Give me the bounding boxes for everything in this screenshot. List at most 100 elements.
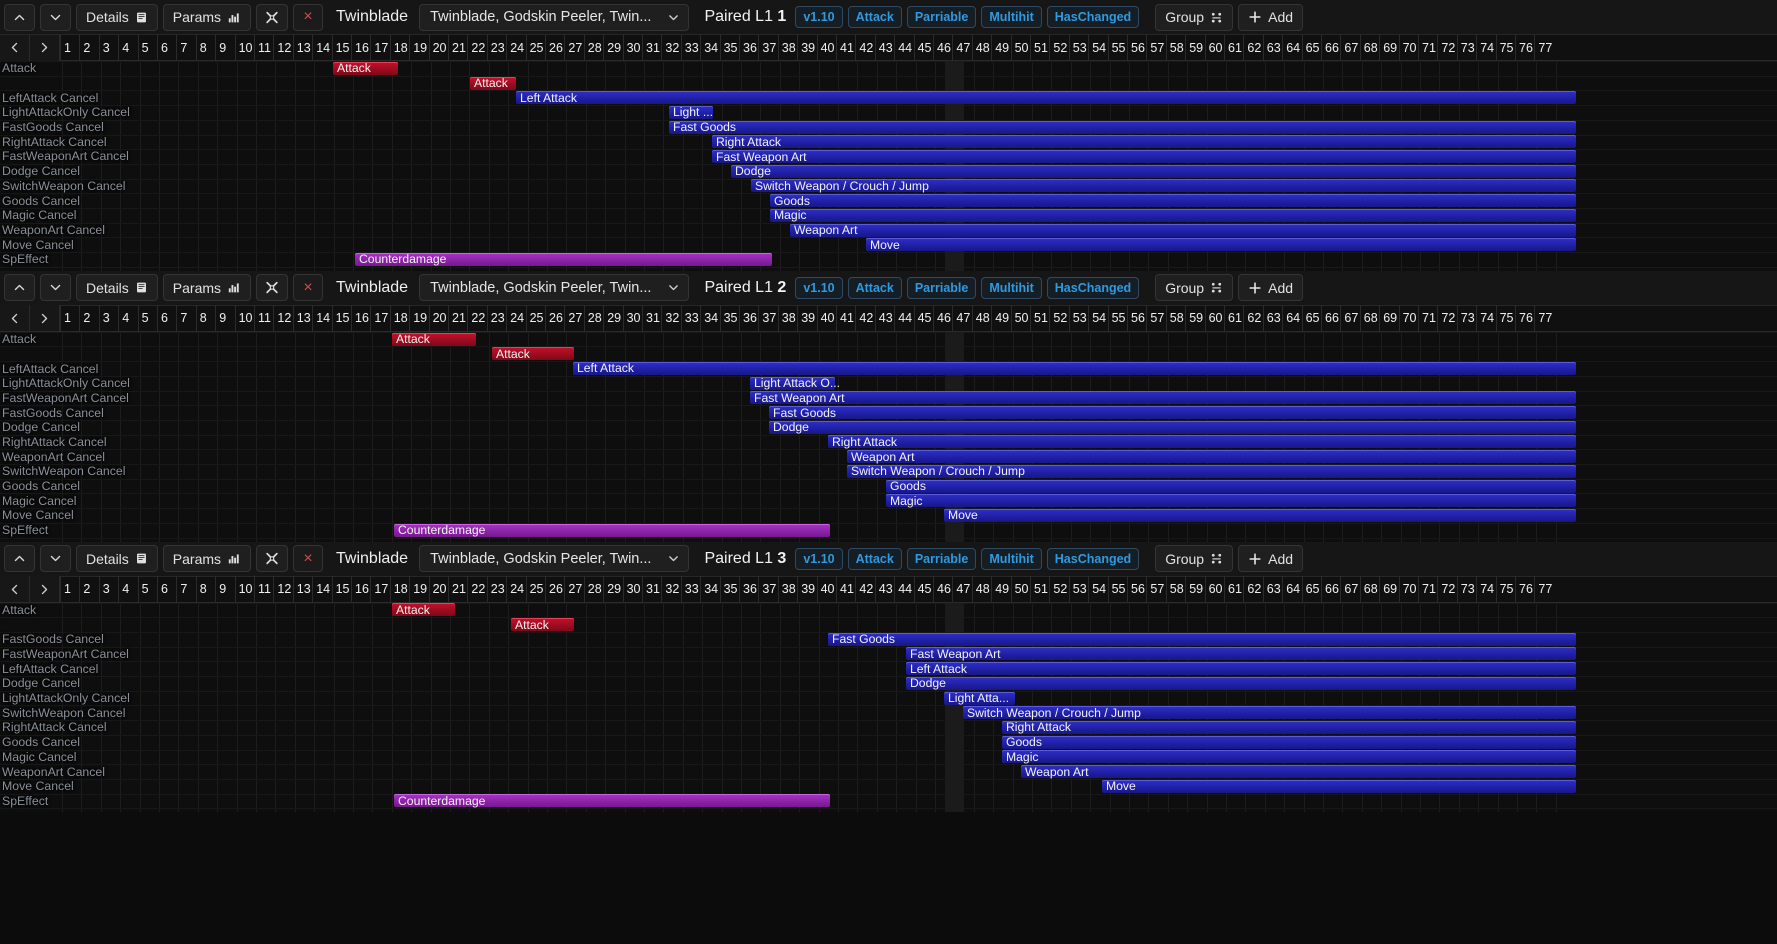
tag-3[interactable]: HasChanged	[1046, 276, 1140, 299]
timeline-bar[interactable]: Fast Goods	[828, 632, 1576, 646]
ruler-tick: 46	[933, 305, 951, 332]
timeline-bar[interactable]: Move	[944, 508, 1576, 522]
timeline-bar[interactable]: Move	[866, 238, 1576, 252]
ruler-tick: 1	[60, 34, 71, 61]
timeline-bar[interactable]: Attack	[492, 347, 574, 361]
weapon-select[interactable]: Twinblade, Godskin Peeler, Twin...	[419, 274, 690, 302]
timeline-bar[interactable]: Switch Weapon / Crouch / Jump	[847, 464, 1576, 478]
tag-1[interactable]: Parriable	[906, 547, 977, 570]
timeline-bar[interactable]: Weapon Art	[1021, 765, 1576, 779]
tag-3[interactable]: HasChanged	[1046, 547, 1140, 570]
tag-1[interactable]: Parriable	[906, 6, 977, 28]
timeline-bar[interactable]: Counterdamage	[355, 252, 772, 266]
timeline-bar[interactable]: Move	[1102, 779, 1576, 793]
version-tag[interactable]: v1.10	[795, 547, 843, 570]
timeline-bar[interactable]: Attack	[333, 61, 398, 75]
timeline-bar[interactable]: Fast Goods	[669, 120, 1576, 134]
details-button[interactable]: Details	[76, 545, 158, 573]
timeline-bar[interactable]: Light Atta...	[944, 691, 1015, 705]
ruler-next-button[interactable]	[30, 34, 60, 61]
group-button[interactable]: Group	[1155, 274, 1234, 302]
timeline-bar[interactable]: Light Attack O...	[750, 376, 840, 390]
timeline-bar[interactable]: Fast Weapon Art	[906, 647, 1576, 661]
tag-0[interactable]: Attack	[847, 547, 902, 570]
tag-3[interactable]: HasChanged	[1046, 6, 1140, 28]
timeline-bar[interactable]: Weapon Art	[847, 450, 1576, 464]
add-button[interactable]: Add	[1238, 274, 1304, 302]
ruler-tick: 64	[1282, 576, 1300, 603]
timeline-bar[interactable]: Counterdamage	[394, 794, 830, 808]
tag-1[interactable]: Parriable	[906, 276, 977, 299]
timeline-bar[interactable]: Magic	[1002, 750, 1576, 764]
ruler-tick: 61	[1224, 305, 1242, 332]
timeline-bar[interactable]: Switch Weapon / Crouch / Jump	[963, 706, 1576, 720]
timeline-bar[interactable]: Attack	[392, 332, 476, 346]
collapse-button[interactable]	[256, 3, 289, 31]
details-button[interactable]: Details	[76, 274, 158, 302]
timeline-bar[interactable]: Fast Weapon Art	[712, 150, 1576, 164]
weapon-select[interactable]: Twinblade, Godskin Peeler, Twin...	[419, 3, 690, 31]
timeline-bar[interactable]: Dodge	[769, 420, 1576, 434]
add-button[interactable]: Add	[1238, 3, 1304, 31]
move-down-button[interactable]	[40, 274, 71, 302]
timeline-bar[interactable]: Fast Weapon Art	[750, 391, 1576, 405]
move-down-button[interactable]	[40, 545, 71, 573]
ruler-tick: 72	[1437, 305, 1455, 332]
ruler-next-button[interactable]	[30, 576, 60, 603]
ruler-tick: 75	[1495, 34, 1514, 61]
timeline-bar[interactable]: Weapon Art	[790, 223, 1576, 237]
timeline-bar[interactable]: Left Attack	[906, 662, 1576, 676]
tag-0[interactable]: Attack	[847, 276, 902, 299]
timeline-bar[interactable]: Switch Weapon / Crouch / Jump	[751, 178, 1576, 193]
timeline-bar[interactable]: Attack	[392, 603, 455, 617]
ruler-next-button[interactable]	[30, 305, 60, 332]
timeline-bar[interactable]: Light ...	[669, 105, 713, 119]
ruler-prev-button[interactable]	[0, 576, 30, 603]
ruler-tick: 8	[195, 305, 207, 332]
group-button[interactable]: Group	[1155, 3, 1234, 31]
add-button[interactable]: Add	[1238, 545, 1304, 573]
tag-0[interactable]: Attack	[847, 6, 902, 28]
ruler-prev-button[interactable]	[0, 305, 30, 332]
tag-2[interactable]: Multihit	[981, 547, 1042, 570]
close-button[interactable]: ×	[293, 274, 324, 302]
timeline-bar[interactable]: Left Attack	[516, 91, 1576, 105]
timeline-bar[interactable]: Dodge	[731, 164, 1576, 178]
timeline-bar[interactable]: Magic	[886, 494, 1576, 508]
close-button[interactable]: ×	[293, 545, 324, 573]
weapon-select[interactable]: Twinblade, Godskin Peeler, Twin...	[419, 545, 690, 573]
params-button[interactable]: Params	[162, 3, 252, 31]
tag-2[interactable]: Multihit	[981, 6, 1042, 28]
group-button[interactable]: Group	[1155, 545, 1234, 573]
timeline-bar[interactable]: Left Attack	[573, 361, 1576, 375]
timeline-bar-label: Switch Weapon / Crouch / Jump	[755, 178, 929, 193]
timeline-bar[interactable]: Attack	[470, 76, 516, 90]
timeline-bar[interactable]: Goods	[886, 479, 1576, 493]
ruler-tick: 16	[351, 576, 369, 603]
move-up-button[interactable]	[4, 274, 35, 302]
params-button[interactable]: Params	[162, 545, 252, 573]
move-down-button[interactable]	[40, 3, 71, 31]
timeline-bar[interactable]: Right Attack	[712, 135, 1576, 149]
params-button[interactable]: Params	[162, 274, 252, 302]
timeline-bar[interactable]: Attack	[511, 618, 574, 632]
timeline-bar[interactable]: Fast Goods	[769, 406, 1576, 420]
ruler-prev-button[interactable]	[0, 34, 30, 61]
timeline-bar[interactable]: Right Attack	[828, 435, 1576, 449]
version-tag[interactable]: v1.10	[795, 276, 843, 299]
tag-2[interactable]: Multihit	[981, 276, 1042, 299]
collapse-button[interactable]	[256, 274, 289, 302]
move-up-button[interactable]	[4, 3, 35, 31]
timeline-bar[interactable]: Counterdamage	[394, 523, 830, 537]
move-up-button[interactable]	[4, 545, 35, 573]
timeline-bar[interactable]: Right Attack	[1002, 720, 1576, 734]
timeline-bar[interactable]: Magic	[770, 208, 1576, 222]
close-button[interactable]: ×	[293, 3, 324, 31]
timeline-bar[interactable]: Dodge	[906, 676, 1576, 690]
timeline-bar[interactable]: Goods	[1002, 735, 1576, 749]
timeline-bar[interactable]: Goods	[770, 194, 1576, 208]
ruler-tick: 72	[1437, 34, 1455, 61]
details-button[interactable]: Details	[76, 3, 158, 31]
version-tag[interactable]: v1.10	[795, 6, 843, 28]
collapse-button[interactable]	[256, 545, 289, 573]
